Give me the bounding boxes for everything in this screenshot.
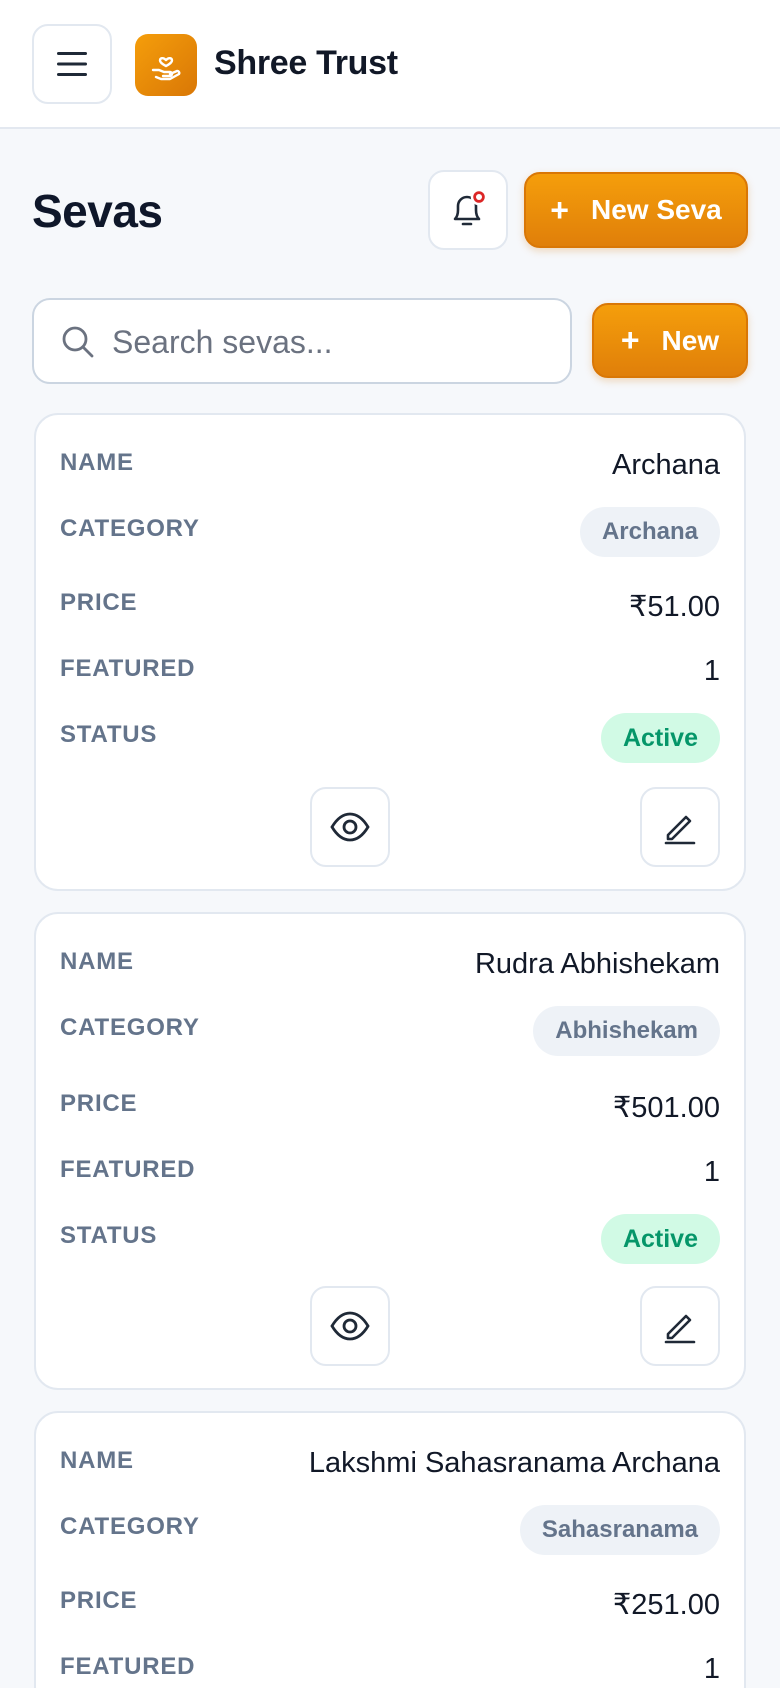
eye-icon [330,812,370,842]
seva-card: NAME Archana CATEGORY Archana PRICE ₹51.… [34,413,746,891]
name-label: NAME [60,449,134,476]
edit-button[interactable] [640,787,720,867]
price-label: PRICE [60,1090,138,1117]
menu-button[interactable] [32,24,112,104]
eye-icon [330,1311,370,1341]
new-seva-label: New Seva [590,194,722,225]
seva-featured: 1 [703,655,720,687]
plus-icon: + [620,322,640,358]
status-label: STATUS [60,1222,158,1249]
featured-label: FEATURED [60,1653,196,1680]
seva-featured: 1 [703,1653,720,1685]
hand-heart-icon [151,56,181,81]
name-label: NAME [60,1447,134,1474]
pencil-icon [664,815,696,845]
price-row: PRICE ₹251.00 [60,1579,720,1629]
new-seva-button[interactable]: + New Seva [524,172,748,248]
brand-name: Shree Trust [214,44,398,82]
top-bar: Shree Trust [0,0,780,129]
price-label: PRICE [60,1587,138,1614]
new-label: New [661,324,720,356]
name-label: NAME [60,948,134,975]
name-row: NAME Archana [60,441,720,491]
status-row: STATUS Active [60,1214,720,1264]
pencil-icon [664,1314,696,1344]
category-row: CATEGORY Abhishekam [60,1006,720,1056]
price-row: PRICE ₹51.00 [60,581,720,631]
seva-card: NAME Rudra Abhishekam CATEGORY Abhisheka… [34,912,746,1390]
featured-row: FEATURED 1 [60,647,720,697]
category-badge: Abhishekam [533,1006,720,1056]
search-input[interactable]: Search sevas... [32,298,572,384]
name-row: NAME Rudra Abhishekam [60,940,720,990]
price-label: PRICE [60,589,138,616]
view-button[interactable] [310,1286,390,1366]
featured-label: FEATURED [60,655,196,682]
status-row: STATUS Active [60,713,720,763]
search-icon [60,324,96,360]
seva-price: ₹251.00 [612,1589,720,1621]
new-button[interactable]: + New [592,303,748,378]
seva-name: Archana [611,449,720,481]
category-label: CATEGORY [60,1513,200,1540]
category-badge: Archana [579,507,720,557]
featured-row: FEATURED 1 [60,1645,720,1688]
view-button[interactable] [310,787,390,867]
page-title: Sevas [32,185,163,237]
seva-price: ₹501.00 [612,1092,720,1124]
featured-row: FEATURED 1 [60,1148,720,1198]
seva-name: Rudra Abhishekam [474,948,720,980]
seva-name: Lakshmi Sahasranama Archana [308,1447,720,1479]
featured-label: FEATURED [60,1156,196,1183]
category-row: CATEGORY Archana [60,507,720,557]
seva-card: NAME Lakshmi Sahasranama Archana CATEGOR… [34,1411,746,1688]
hamburger-icon [57,52,87,76]
notifications-button[interactable] [428,170,508,250]
name-row: NAME Lakshmi Sahasranama Archana [60,1439,720,1489]
seva-featured: 1 [703,1156,720,1188]
status-label: STATUS [60,721,158,748]
category-label: CATEGORY [60,515,200,542]
app-logo[interactable] [135,34,197,96]
plus-icon: + [550,191,569,228]
seva-price: ₹51.00 [628,591,720,623]
status-badge: Active [600,713,720,763]
search-placeholder: Search sevas... [112,324,333,360]
category-label: CATEGORY [60,1014,200,1041]
status-badge: Active [600,1214,720,1264]
category-row: CATEGORY Sahasranama [60,1505,720,1555]
price-row: PRICE ₹501.00 [60,1082,720,1132]
category-badge: Sahasranama [519,1505,720,1555]
edit-button[interactable] [640,1286,720,1366]
bell-icon [453,188,488,226]
